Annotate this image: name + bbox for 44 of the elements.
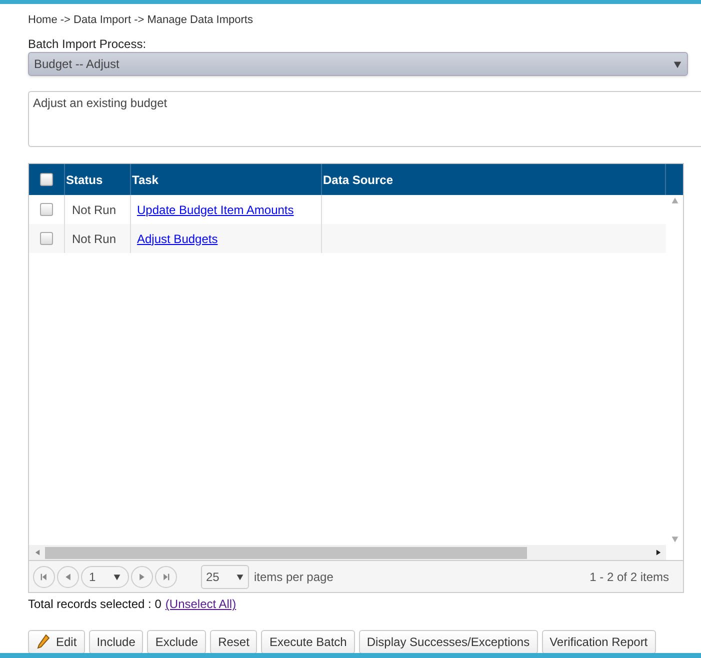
action-button[interactable]: Execute Batch: [261, 630, 355, 654]
next-page-icon: [138, 572, 146, 580]
scroll-right-icon[interactable]: [654, 549, 662, 556]
selection-count: Total records selected : 0: [28, 596, 162, 613]
caret-icon[interactable]: [673, 60, 682, 68]
last-page-button[interactable]: [155, 566, 177, 588]
pager-summary: 1 - 2 of 2 items: [590, 568, 669, 586]
page-size-dropdown[interactable]: 25: [201, 564, 249, 588]
first-page-button[interactable]: [33, 566, 55, 588]
pencil-icon: [36, 634, 50, 650]
scroll-down-icon[interactable]: [670, 535, 678, 543]
column-header[interactable]: Data Source: [323, 170, 394, 188]
description-field[interactable]: Adjust an existing budget: [28, 91, 701, 147]
action-button[interactable]: Include: [88, 630, 144, 654]
checkbox[interactable]: [40, 203, 53, 216]
action-button[interactable]: Reset: [210, 630, 258, 654]
page-dropdown[interactable]: 1: [81, 566, 129, 588]
action-button[interactable]: Display Successes/Exceptions: [358, 630, 538, 654]
scroll-up-icon[interactable]: [670, 197, 678, 205]
action-button[interactable]: Exclude: [147, 630, 206, 654]
caret-icon[interactable]: [113, 572, 121, 580]
caret-icon[interactable]: [236, 572, 244, 580]
action-button[interactable]: Verification Report: [542, 630, 656, 654]
checkbox[interactable]: [40, 232, 53, 245]
unselect-all-link[interactable]: (Unselect All): [165, 595, 236, 613]
scroll-left-icon[interactable]: [34, 549, 40, 556]
last-page-icon: [162, 572, 170, 580]
edit-button[interactable]: Edit: [28, 630, 85, 654]
table-cell-text: Not Run: [72, 230, 116, 248]
column-header[interactable]: Task: [132, 170, 158, 188]
task-link[interactable]: Adjust Budgets: [137, 230, 218, 248]
field-label: Batch Import Process:: [28, 37, 148, 51]
task-link[interactable]: Update Budget Item Amounts: [137, 200, 294, 218]
pager-label: items per page: [254, 568, 334, 586]
scrollbar-thumb[interactable]: [45, 546, 527, 558]
previous-page-icon: [64, 572, 72, 580]
table-cell-text: Not Run: [72, 202, 116, 218]
column-header[interactable]: Status: [66, 170, 103, 188]
next-page-button[interactable]: [131, 566, 153, 588]
previous-page-button[interactable]: [57, 566, 79, 588]
breadcrumb: Home -> Data Import -> Manage Data Imports: [28, 13, 254, 28]
checkbox[interactable]: [40, 173, 53, 186]
process-dropdown[interactable]: Budget -- Adjust: [28, 52, 688, 76]
first-page-icon: [40, 572, 48, 580]
